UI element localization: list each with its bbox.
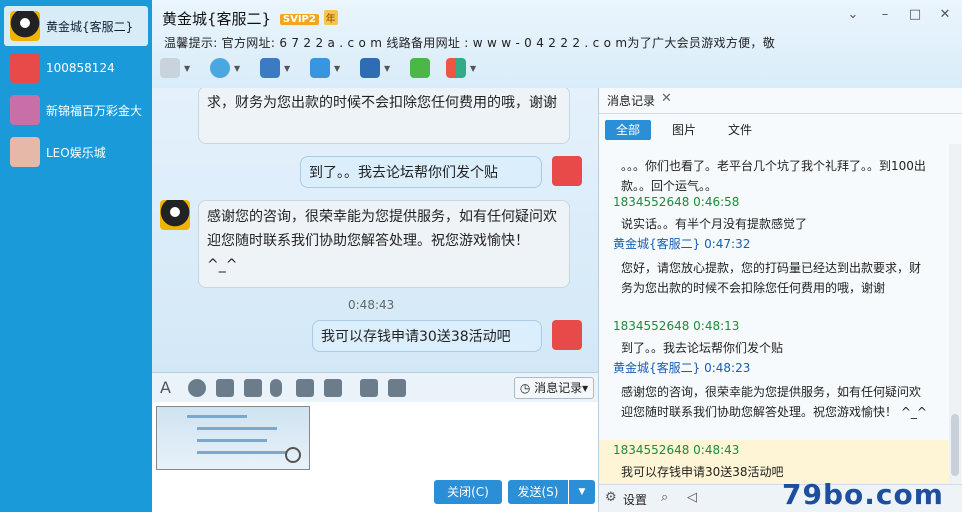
- history-sender: 1834552648 0:46:58: [613, 195, 740, 209]
- pasted-screenshot-thumbnail[interactable]: [156, 406, 310, 470]
- title-text: 黄金城{客服二}: [162, 10, 272, 28]
- penguin-avatar: [10, 11, 40, 41]
- remote-assist-icon: [360, 58, 380, 78]
- magic-icon[interactable]: [216, 379, 234, 397]
- scrollbar-thumb[interactable]: [951, 414, 959, 476]
- microphone-icon: [160, 58, 180, 78]
- microphone-button[interactable]: ▼: [160, 56, 210, 80]
- thumb-line: [197, 439, 267, 442]
- image-icon[interactable]: [324, 379, 342, 397]
- watermark-text: 79bo.com: [782, 478, 944, 511]
- file-transfer-button[interactable]: ▼: [310, 56, 360, 80]
- history-tabbar: 消息记录 ✕: [599, 88, 962, 114]
- history-message: 您好，请您放心提款，您的打码量已经达到出款要求，财务为您出款的时候不会扣除您任何…: [621, 261, 922, 295]
- history-sender: 黄金城{客服二} 0:48:23: [613, 361, 751, 375]
- penguin-avatar: [160, 200, 190, 230]
- history-scrollbar[interactable]: [949, 144, 961, 484]
- close-button[interactable]: 关闭(C): [434, 480, 502, 504]
- contact-item-huangjincheng[interactable]: 黄金城{客服二}: [4, 6, 148, 46]
- chat-toolbar: ▼ ▼ ▼ ▼ ▼ ▼: [160, 56, 496, 82]
- year-badge: 年: [323, 10, 338, 25]
- send-button[interactable]: 发送(S): [508, 480, 568, 504]
- chat-header: 黄金城{客服二} SVIP2 年 温馨提示: 官方网址: 6 7 2 2 a .…: [152, 0, 962, 88]
- search-icon[interactable]: ⌕: [661, 490, 668, 505]
- notice-text: 温馨提示: 官方网址: 6 7 2 2 a . c o m 线路备用网址 : w…: [164, 36, 776, 50]
- file-transfer-icon: [310, 58, 330, 78]
- contact-name: 新锦福百万彩金大: [46, 103, 143, 118]
- settings-label[interactable]: 设置: [623, 491, 647, 508]
- close-icon[interactable]: ✕: [938, 8, 952, 22]
- gear-icon[interactable]: ⚙: [605, 490, 617, 505]
- send-options-dropdown[interactable]: ▼: [569, 480, 595, 504]
- history-tab[interactable]: 消息记录: [607, 92, 655, 109]
- filter-images[interactable]: 图片: [661, 120, 707, 140]
- zoom-icon[interactable]: [285, 447, 301, 463]
- dog-avatar: [10, 53, 40, 83]
- apps-button[interactable]: ▼: [446, 56, 496, 80]
- history-sender: 1834552648 0:48:13: [613, 319, 740, 333]
- chat-title: 黄金城{客服二} SVIP2 年: [162, 8, 338, 29]
- input-toolbar: A ◷ 消息记录▾: [152, 372, 598, 402]
- thumb-line: [197, 451, 287, 454]
- shake-icon[interactable]: [244, 379, 262, 397]
- contact-sidebar: 黄金城{客服二} 100858124 新锦福百万彩金大 LEO娱乐城: [0, 0, 152, 512]
- dog-avatar: [552, 320, 582, 350]
- remote-assist-button[interactable]: ▼: [360, 56, 410, 80]
- minimize-icon[interactable]: –: [878, 8, 892, 22]
- message-input[interactable]: 关闭(C) 发送(S) ▼: [152, 402, 598, 512]
- contact-item-xinjinfu[interactable]: 新锦福百万彩金大: [4, 90, 148, 130]
- user-avatar: [10, 137, 40, 167]
- contact-name: LEO娱乐城: [46, 145, 106, 160]
- speaker-icon[interactable]: ◁: [687, 490, 697, 505]
- history-message: 到了。。我去论坛帮你们发个贴: [621, 341, 784, 355]
- history-message: 感谢您的咨询，很荣幸能为您提供服务，如有任何疑问欢迎您随时联系我们协助您解答处理…: [621, 385, 927, 419]
- dog-avatar: [552, 156, 582, 186]
- message-bubble-received: 感谢您的咨询，很荣幸能为您提供服务，如有任何疑问欢迎您随时联系我们协助您解答处理…: [198, 200, 570, 288]
- message-history-label: 消息记录: [534, 381, 583, 395]
- add-contact-icon: [410, 58, 430, 78]
- font-icon[interactable]: A: [160, 379, 178, 397]
- history-message: 说实话。。有半个月没有提款感觉了: [621, 217, 808, 231]
- contact-name: 100858124: [46, 61, 115, 75]
- user-avatar: [10, 95, 40, 125]
- edit-icon[interactable]: [296, 379, 314, 397]
- close-icon[interactable]: ✕: [661, 91, 672, 106]
- message-history-button[interactable]: ◷ 消息记录▾: [514, 377, 594, 399]
- apps-icon: [446, 58, 466, 78]
- contact-item-100858124[interactable]: 100858124: [4, 48, 148, 88]
- chevron-down-icon[interactable]: ⌄: [846, 8, 860, 22]
- music-icon[interactable]: [360, 379, 378, 397]
- voice-icon[interactable]: [270, 379, 282, 397]
- screen-share-icon: [260, 58, 280, 78]
- history-sender: 1834552648 0:48:43: [613, 443, 740, 457]
- video-camera-icon: [210, 58, 230, 78]
- history-panel: 消息记录 ✕ 全部 图片 文件 。。。你们也看了。老平台几个坑了我个礼拜了。。到…: [598, 88, 962, 512]
- message-timestamp: 0:48:43: [348, 298, 395, 312]
- chat-messages: 求，财务为您出款的时候不会扣除您任何费用的哦，谢谢 到了。。我去论坛帮你们发个贴…: [152, 88, 598, 372]
- maximize-icon[interactable]: □: [908, 8, 922, 22]
- message-bubble-received: 求，财务为您出款的时候不会扣除您任何费用的哦，谢谢: [198, 88, 570, 144]
- contact-name: 黄金城{客服二}: [46, 19, 134, 34]
- emoji-icon[interactable]: [188, 379, 206, 397]
- message-bubble-sent: 到了。。我去论坛帮你们发个贴: [300, 156, 542, 188]
- thumb-line: [187, 415, 247, 418]
- screen-share-button[interactable]: ▼: [260, 56, 310, 80]
- video-button[interactable]: ▼: [210, 56, 260, 80]
- filter-files[interactable]: 文件: [717, 120, 763, 140]
- message-bubble-sent: 我可以存钱申请30送38活动吧: [312, 320, 542, 352]
- vip-badge: SVIP2: [279, 14, 319, 25]
- clock-icon: ◷: [519, 381, 531, 395]
- filter-all[interactable]: 全部: [605, 120, 651, 140]
- history-message: 。。。你们也看了。老平台几个坑了我个礼拜了。。到100出款。。回个运气。。: [621, 159, 926, 193]
- contact-item-leo[interactable]: LEO娱乐城: [4, 132, 148, 172]
- history-sender: 黄金城{客服二} 0:47:32: [613, 237, 751, 251]
- add-contact-button[interactable]: [410, 56, 446, 80]
- thumb-line: [197, 427, 277, 430]
- scissors-icon[interactable]: [388, 379, 406, 397]
